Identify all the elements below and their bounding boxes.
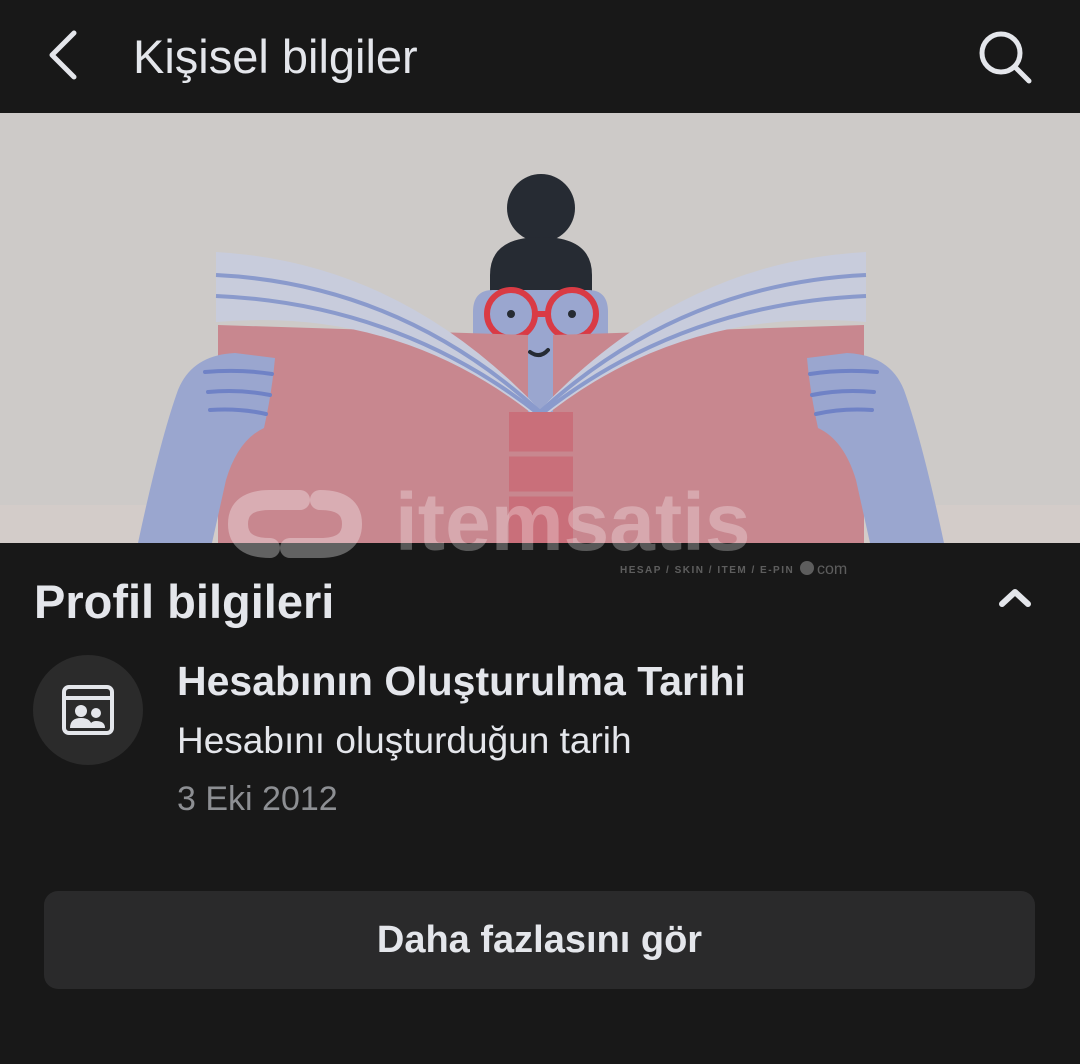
account-created-date: 3 Eki 2012 [177,780,338,818]
account-created-description: Hesabını oluşturduğun tarih [177,720,632,761]
watermark-tagline: HESAP / SKIN / ITEM / E-PIN [620,565,794,576]
section-title: Profil bilgileri [34,575,335,628]
see-more-button[interactable]: Daha fazlasını gör [44,891,1035,989]
chevron-left-icon [49,30,77,80]
see-more-label: Daha fazlasını gör [376,918,703,961]
search-icon [979,31,1032,84]
watermark-suffix: com [817,561,847,578]
header-illustration [0,113,1080,543]
back-button[interactable] [38,26,94,84]
chevron-up-icon [999,589,1031,607]
reading-person-illustration [0,113,1080,543]
account-created-heading: Hesabının Oluşturulma Tarihi [177,658,746,704]
search-button[interactable] [972,24,1036,88]
collapse-button[interactable] [990,578,1040,618]
top-app-bar: Kişisel bilgiler [0,0,1080,113]
profile-card-icon [62,685,114,735]
page-title: Kişisel bilgiler [133,30,418,83]
profile-card-icon-container [33,655,143,765]
